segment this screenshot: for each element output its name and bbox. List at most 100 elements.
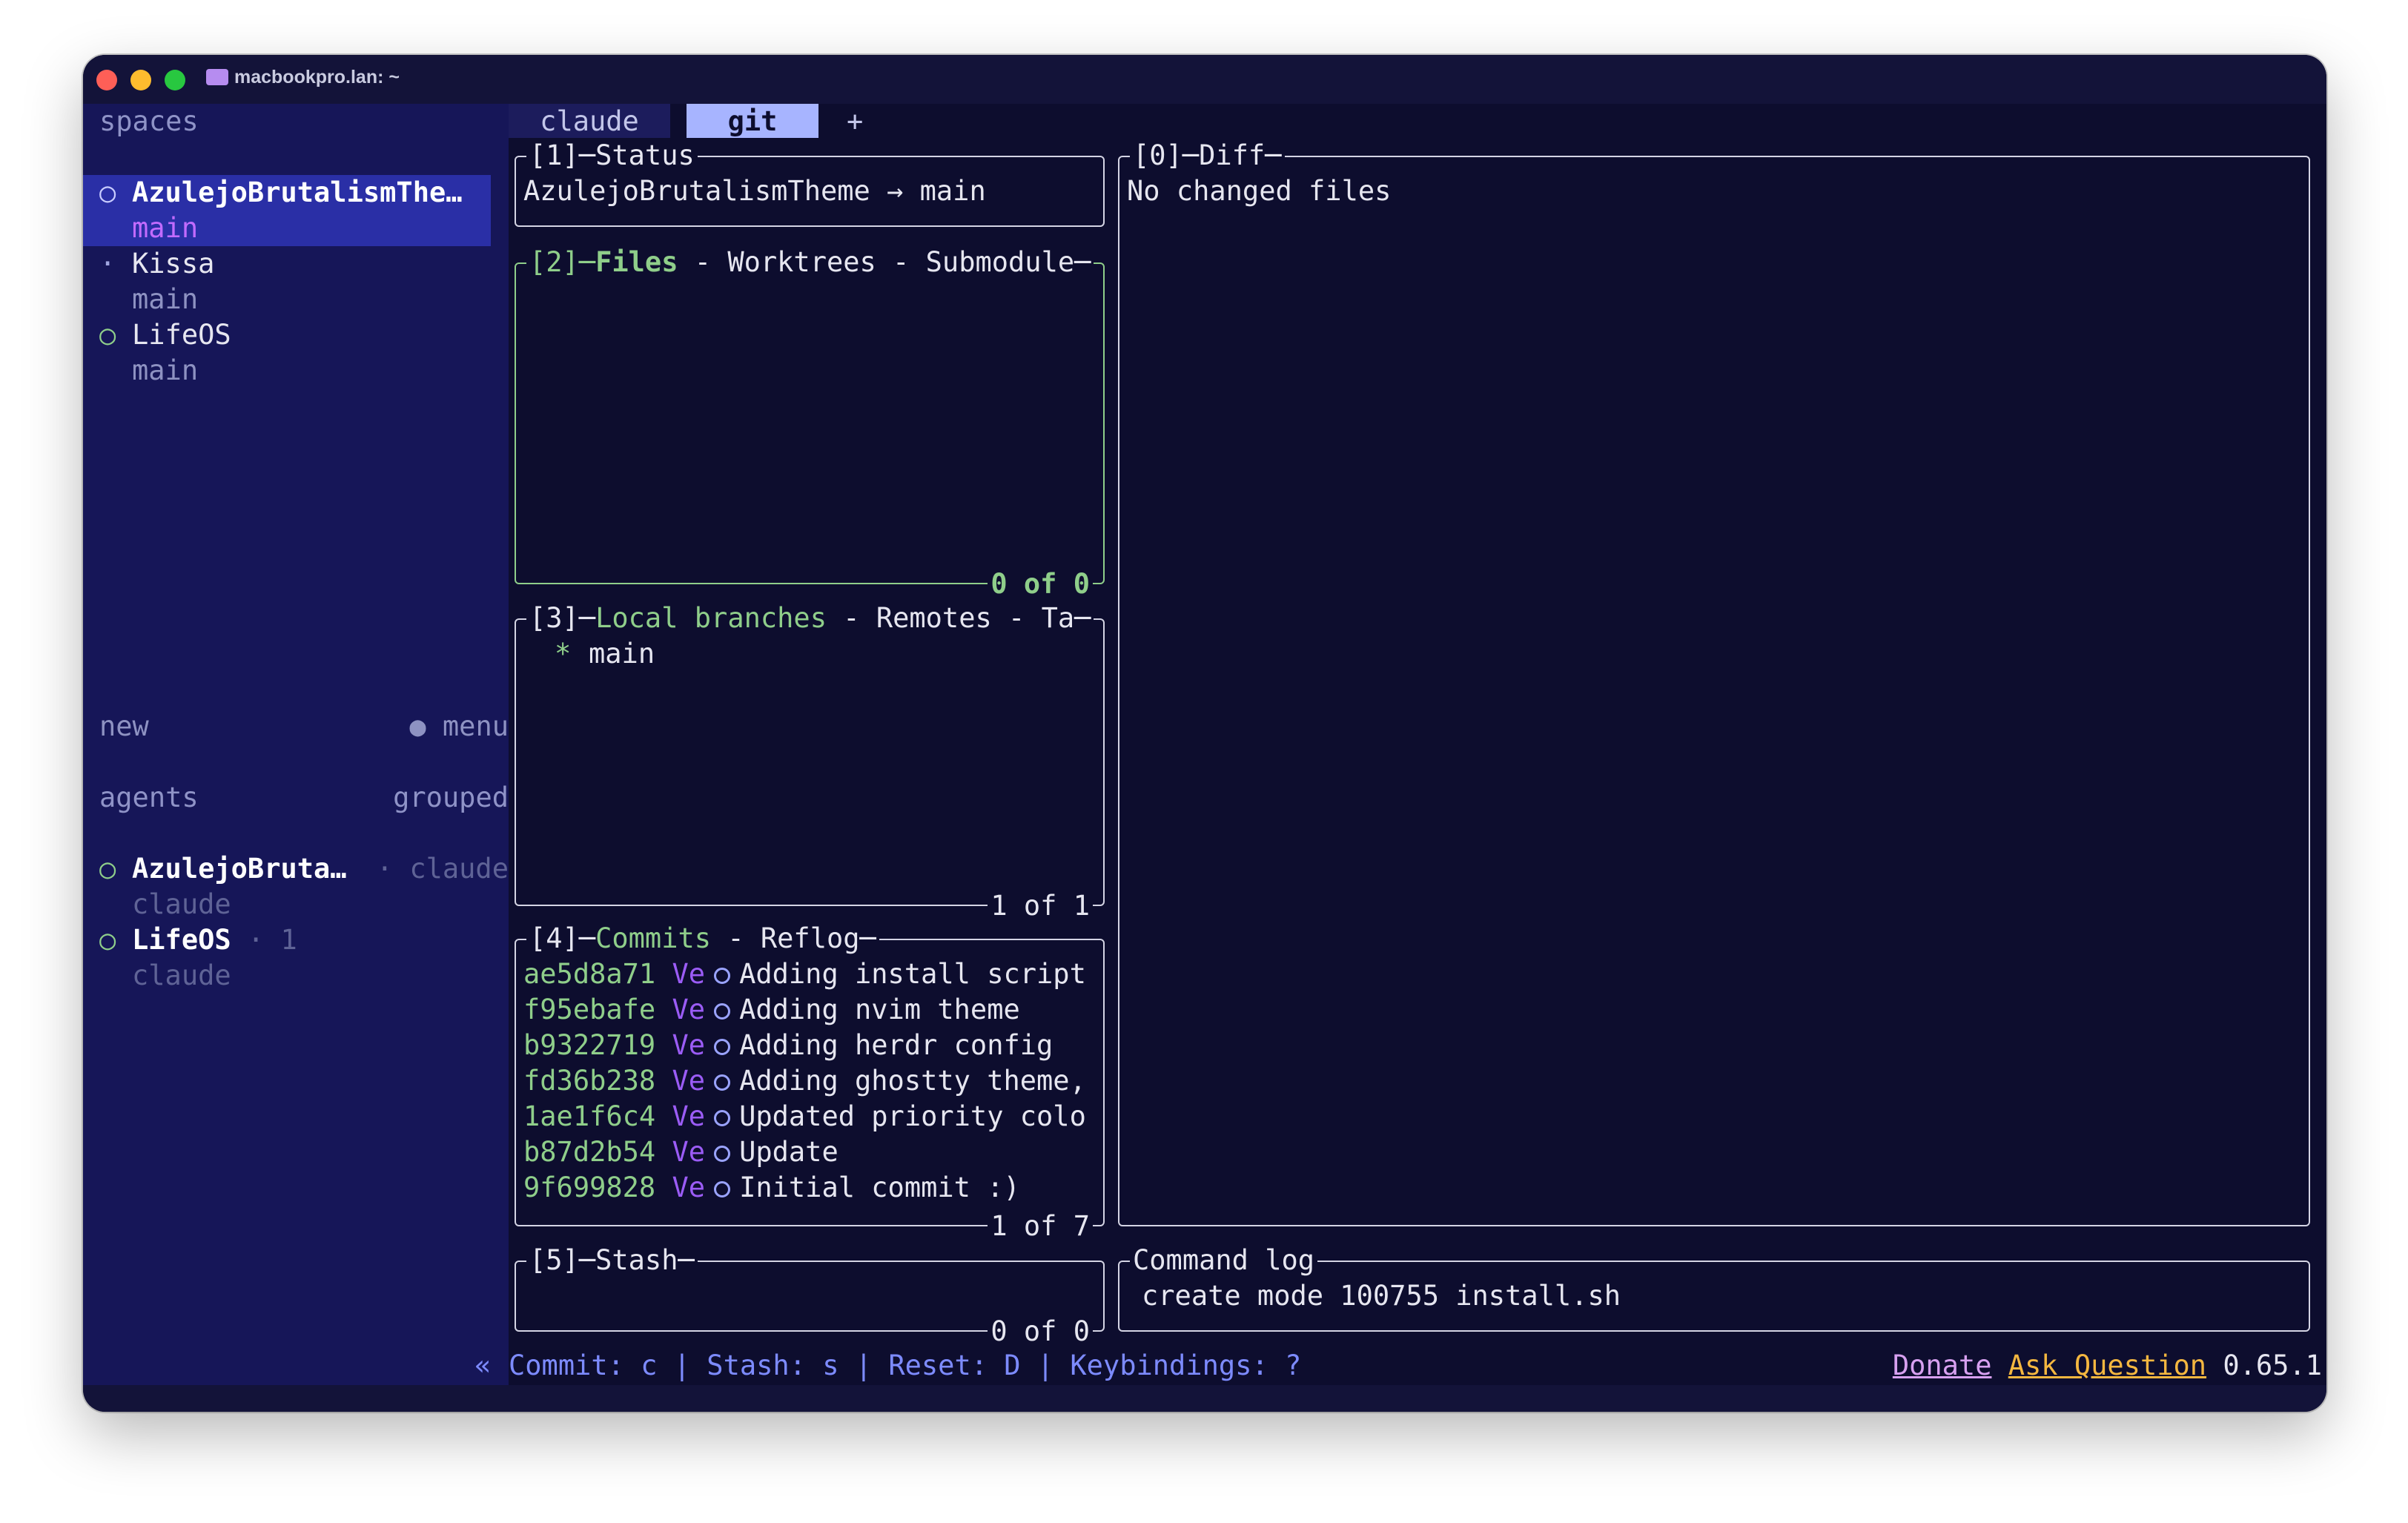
commit-message: Adding install script — [739, 958, 1086, 990]
commit-author: Ve — [672, 1029, 706, 1061]
agents-header: agents — [99, 782, 199, 813]
commit-message: Adding herdr config — [739, 1029, 1054, 1061]
tab-remotes[interactable]: Remotes — [876, 602, 992, 634]
commit-author: Ve — [672, 1172, 706, 1203]
status-panel[interactable]: [1]─Status AzulejoBrutalismTheme → main — [515, 138, 1105, 227]
title-bar: macbookpro.lan: ~ — [83, 55, 2326, 104]
tab-git[interactable]: git — [687, 104, 818, 138]
files-panel-title: [2]─Files - Worktrees - Submodule─ — [526, 245, 1094, 280]
commit-row[interactable]: f95ebafe Ve Adding nvim theme — [523, 992, 1020, 1028]
collapse-sidebar-icon[interactable]: « — [474, 1348, 491, 1384]
tab-reflog[interactable]: Reflog — [761, 922, 860, 954]
space-item-branch: main — [132, 212, 199, 244]
window-title: macbookpro.lan: ~ — [206, 67, 400, 88]
tab-tags[interactable]: Ta — [1042, 602, 1075, 634]
command-log-line: create mode 100755 install.sh — [1142, 1280, 1621, 1312]
grouped-toggle[interactable]: grouped — [393, 780, 509, 816]
agent-item-sub: claude — [132, 959, 231, 991]
commit-hash: fd36b238 — [523, 1065, 656, 1097]
commit-row[interactable]: b9322719 Ve Adding herdr config — [523, 1028, 1053, 1063]
commits-panel-title: [4]─Commits - Reflog─ — [526, 921, 879, 957]
space-item-branch: main — [132, 354, 199, 386]
commit-hash: ae5d8a71 — [523, 958, 656, 990]
agent-item-name[interactable]: LifeOS — [132, 922, 231, 958]
terminal-window: macbookpro.lan: ~ spaces ○ AzulejoBrutal… — [83, 55, 2326, 1412]
files-footer: 0 of 0 — [988, 566, 1093, 602]
version-label: 0.65.1 — [2223, 1349, 2322, 1381]
add-tab-button[interactable]: + — [847, 104, 863, 139]
commit-author: Ve — [672, 1136, 706, 1168]
commit-hash: f95ebafe — [523, 994, 656, 1025]
sidebar: spaces ○ AzulejoBrutalismThe… main · Kis… — [83, 104, 509, 1385]
commit-message: Initial commit :) — [739, 1172, 1020, 1203]
commit-status-icon — [714, 1002, 731, 1020]
current-branch-marker: * — [555, 638, 572, 670]
new-space-button[interactable]: new — [99, 709, 149, 744]
agent-item-meta: · 1 — [248, 924, 297, 956]
agent-marker-icon: ○ — [99, 853, 116, 885]
status-panel-title: [1]─Status — [526, 138, 698, 174]
donate-link[interactable]: Donate — [1893, 1349, 1992, 1381]
folder-icon — [206, 69, 228, 85]
tab-worktrees[interactable]: Worktrees — [727, 246, 876, 278]
agent-item-name[interactable]: AzulejoBruta… — [132, 851, 347, 887]
statusbar-right: Donate Ask Question 0.65.1 — [1893, 1348, 2322, 1384]
diff-panel[interactable]: [0]─Diff─ No changed files — [1118, 138, 2310, 1226]
main-area: claude git + [1]─Status AzulejoBrutalism… — [474, 104, 2326, 1385]
agent-marker-icon: ○ — [99, 924, 116, 956]
commit-hash: b9322719 — [523, 1029, 656, 1061]
commit-row[interactable]: fd36b238 Ve Adding ghostty theme, — [523, 1063, 1086, 1099]
branches-footer: 1 of 1 — [988, 888, 1093, 924]
tab-submodule[interactable]: Submodule — [926, 246, 1074, 278]
zoom-window-button[interactable] — [165, 70, 185, 90]
commit-row[interactable]: b87d2b54 Ve Update — [523, 1134, 838, 1170]
branch-item[interactable]: main — [589, 636, 655, 672]
commit-author: Ve — [672, 1065, 706, 1097]
commit-message: Adding nvim theme — [739, 994, 1020, 1025]
stash-footer: 0 of 0 — [988, 1314, 1093, 1349]
commit-status-icon — [714, 967, 731, 984]
tab-local-branches[interactable]: Local branches — [595, 602, 827, 634]
minimize-window-button[interactable] — [130, 70, 151, 90]
commit-row[interactable]: 9f699828 Ve Initial commit :) — [523, 1170, 1020, 1206]
diff-panel-title: [0]─Diff─ — [1130, 138, 1285, 174]
space-item-name[interactable]: Kissa — [132, 246, 214, 282]
commits-footer: 1 of 7 — [988, 1209, 1093, 1244]
close-window-button[interactable] — [96, 70, 117, 90]
status-line: AzulejoBrutalismTheme → main — [523, 175, 986, 207]
tab-files[interactable]: Files — [595, 246, 678, 278]
stash-panel-title: [5]─Stash─ — [526, 1243, 698, 1278]
commit-hash: 1ae1f6c4 — [523, 1100, 656, 1132]
branches-panel-title: [3]─Local branches - Remotes - Ta─ — [526, 601, 1094, 636]
stash-panel[interactable]: [5]─Stash─ 0 of 0 — [515, 1243, 1105, 1349]
files-panel[interactable]: [2]─Files - Worktrees - Submodule─ 0 of … — [515, 245, 1105, 602]
space-item-name[interactable]: AzulejoBrutalismThe… — [132, 175, 463, 211]
keybindings-hint: Commit: c | Stash: s | Reset: D | Keybin… — [509, 1349, 1302, 1381]
space-marker-icon: · — [99, 248, 116, 280]
commit-author: Ve — [672, 994, 706, 1025]
space-marker-icon: ○ — [99, 176, 116, 208]
tab-claude[interactable]: claude — [509, 104, 670, 138]
commit-status-icon — [714, 1074, 731, 1091]
commit-hash: b87d2b54 — [523, 1136, 656, 1168]
commit-status-icon — [714, 1180, 731, 1197]
space-item-branch: main — [132, 283, 199, 315]
command-log-panel: Command log create mode 100755 install.s… — [1118, 1243, 2310, 1332]
space-item-name[interactable]: LifeOS — [132, 317, 231, 353]
spaces-header: spaces — [99, 105, 199, 137]
commits-panel[interactable]: [4]─Commits - Reflog─ ae5d8a71 Ve Adding … — [515, 921, 1105, 1244]
commit-message: Updated priority colo — [739, 1100, 1086, 1132]
agent-item-sub: claude — [132, 888, 231, 920]
commit-message: Update — [739, 1136, 838, 1168]
commit-hash: 9f699828 — [523, 1172, 656, 1203]
commit-row[interactable]: 1ae1f6c4 Ve Updated priority colo — [523, 1099, 1086, 1134]
tab-commits[interactable]: Commits — [595, 922, 711, 954]
commit-author: Ve — [672, 1100, 706, 1132]
menu-button[interactable]: ● menu — [409, 709, 509, 744]
window-bottom-strip — [83, 1385, 2326, 1412]
space-marker-icon: ○ — [99, 319, 116, 351]
agent-item-meta: · claude — [376, 853, 509, 885]
ask-question-link[interactable]: Ask Question — [2008, 1349, 2206, 1381]
branches-panel[interactable]: [3]─Local branches - Remotes - Ta─ * mai… — [515, 601, 1105, 924]
commit-row[interactable]: ae5d8a71 Ve Adding install script — [523, 957, 1086, 992]
